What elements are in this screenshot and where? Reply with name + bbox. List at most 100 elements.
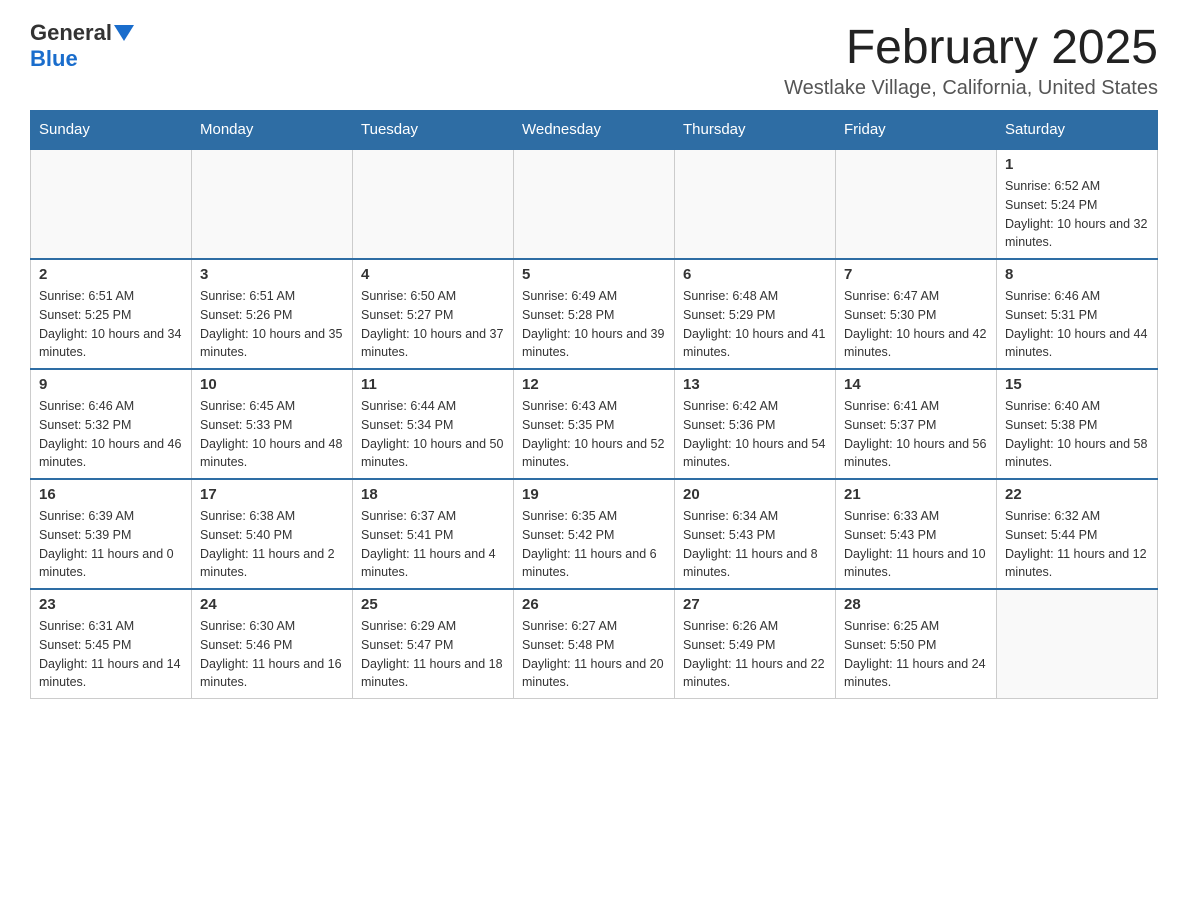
calendar-header-friday: Friday: [836, 111, 997, 150]
calendar-header-sunday: Sunday: [31, 111, 192, 150]
day-info: Sunrise: 6:43 AMSunset: 5:35 PMDaylight:…: [522, 397, 666, 472]
calendar-header-monday: Monday: [192, 111, 353, 150]
calendar-cell: 25 Sunrise: 6:29 AMSunset: 5:47 PMDayligh…: [353, 589, 514, 699]
calendar-cell: 5 Sunrise: 6:49 AMSunset: 5:28 PMDaylight…: [514, 259, 675, 369]
calendar-cell: 17 Sunrise: 6:38 AMSunset: 5:40 PMDayligh…: [192, 479, 353, 589]
day-number: 28: [844, 596, 988, 613]
calendar-cell: 3 Sunrise: 6:51 AMSunset: 5:26 PMDaylight…: [192, 259, 353, 369]
day-info: Sunrise: 6:31 AMSunset: 5:45 PMDaylight:…: [39, 617, 183, 692]
day-info: Sunrise: 6:47 AMSunset: 5:30 PMDaylight:…: [844, 287, 988, 362]
logo: General Blue: [30, 20, 136, 72]
day-info: Sunrise: 6:34 AMSunset: 5:43 PMDaylight:…: [683, 507, 827, 582]
calendar-cell: [836, 149, 997, 259]
calendar-cell: 9Sunrise: 6:46 AMSunset: 5:32 PMDaylight…: [31, 369, 192, 479]
page-header: General Blue February 2025 Westlake Vill…: [30, 20, 1158, 100]
day-info: Sunrise: 6:40 AMSunset: 5:38 PMDaylight:…: [1005, 397, 1149, 472]
calendar-cell: 2 Sunrise: 6:51 AMSunset: 5:25 PMDaylight…: [31, 259, 192, 369]
calendar-cell: 7 Sunrise: 6:47 AMSunset: 5:30 PMDaylight…: [836, 259, 997, 369]
calendar-cell: 24 Sunrise: 6:30 AMSunset: 5:46 PMDayligh…: [192, 589, 353, 699]
calendar-cell: [514, 149, 675, 259]
day-info: Sunrise: 6:51 AMSunset: 5:25 PMDaylight:…: [39, 287, 183, 362]
day-info: Sunrise: 6:42 AMSunset: 5:36 PMDaylight:…: [683, 397, 827, 472]
calendar-cell: 12 Sunrise: 6:43 AMSunset: 5:35 PMDayligh…: [514, 369, 675, 479]
day-number: 4: [361, 266, 505, 283]
day-info: Sunrise: 6:50 AMSunset: 5:27 PMDaylight:…: [361, 287, 505, 362]
logo-blue-text: Blue: [30, 46, 78, 71]
calendar-cell: [353, 149, 514, 259]
day-info: Sunrise: 6:44 AMSunset: 5:34 PMDaylight:…: [361, 397, 505, 472]
day-info: Sunrise: 6:26 AMSunset: 5:49 PMDaylight:…: [683, 617, 827, 692]
day-number: 27: [683, 596, 827, 613]
day-number: 21: [844, 486, 988, 503]
calendar-cell: [192, 149, 353, 259]
calendar-header-row: SundayMondayTuesdayWednesdayThursdayFrid…: [31, 111, 1158, 150]
logo-general-text: General: [30, 20, 112, 46]
subtitle: Westlake Village, California, United Sta…: [784, 77, 1158, 100]
calendar-cell: 1 Sunrise: 6:52 AMSunset: 5:24 PMDaylight…: [997, 149, 1158, 259]
day-number: 2: [39, 266, 183, 283]
day-number: 23: [39, 596, 183, 613]
calendar-header-thursday: Thursday: [675, 111, 836, 150]
calendar-cell: 6Sunrise: 6:48 AMSunset: 5:29 PMDaylight…: [675, 259, 836, 369]
calendar-header-saturday: Saturday: [997, 111, 1158, 150]
day-number: 8: [1005, 266, 1149, 283]
day-number: 20: [683, 486, 827, 503]
day-number: 15: [1005, 376, 1149, 393]
calendar-cell: 23 Sunrise: 6:31 AMSunset: 5:45 PMDayligh…: [31, 589, 192, 699]
day-info: Sunrise: 6:45 AMSunset: 5:33 PMDaylight:…: [200, 397, 344, 472]
day-info: Sunrise: 6:49 AMSunset: 5:28 PMDaylight:…: [522, 287, 666, 362]
day-number: 19: [522, 486, 666, 503]
day-info: Sunrise: 6:25 AMSunset: 5:50 PMDaylight:…: [844, 617, 988, 692]
day-number: 25: [361, 596, 505, 613]
day-number: 24: [200, 596, 344, 613]
calendar-cell: 28 Sunrise: 6:25 AMSunset: 5:50 PMDayligh…: [836, 589, 997, 699]
title-section: February 2025 Westlake Village, Californ…: [784, 20, 1158, 100]
day-number: 11: [361, 376, 505, 393]
calendar-cell: 15 Sunrise: 6:40 AMSunset: 5:38 PMDayligh…: [997, 369, 1158, 479]
day-number: 17: [200, 486, 344, 503]
calendar-cell: 18Sunrise: 6:37 AMSunset: 5:41 PMDayligh…: [353, 479, 514, 589]
calendar-cell: 26 Sunrise: 6:27 AMSunset: 5:48 PMDayligh…: [514, 589, 675, 699]
day-info: Sunrise: 6:29 AMSunset: 5:47 PMDaylight:…: [361, 617, 505, 692]
day-info: Sunrise: 6:51 AMSunset: 5:26 PMDaylight:…: [200, 287, 344, 362]
calendar-cell: 4 Sunrise: 6:50 AMSunset: 5:27 PMDaylight…: [353, 259, 514, 369]
day-info: Sunrise: 6:41 AMSunset: 5:37 PMDaylight:…: [844, 397, 988, 472]
page-title: February 2025: [784, 20, 1158, 75]
calendar-cell: 22Sunrise: 6:32 AMSunset: 5:44 PMDayligh…: [997, 479, 1158, 589]
day-number: 5: [522, 266, 666, 283]
day-info: Sunrise: 6:35 AMSunset: 5:42 PMDaylight:…: [522, 507, 666, 582]
calendar-cell: 20 Sunrise: 6:34 AMSunset: 5:43 PMDayligh…: [675, 479, 836, 589]
week-row-4: 16 Sunrise: 6:39 AMSunset: 5:39 PMDayligh…: [31, 479, 1158, 589]
calendar-cell: [675, 149, 836, 259]
day-info: Sunrise: 6:33 AMSunset: 5:43 PMDaylight:…: [844, 507, 988, 582]
day-number: 7: [844, 266, 988, 283]
day-number: 1: [1005, 156, 1149, 173]
calendar-cell: 16 Sunrise: 6:39 AMSunset: 5:39 PMDayligh…: [31, 479, 192, 589]
day-info: Sunrise: 6:38 AMSunset: 5:40 PMDaylight:…: [200, 507, 344, 582]
week-row-2: 2 Sunrise: 6:51 AMSunset: 5:25 PMDaylight…: [31, 259, 1158, 369]
day-info: Sunrise: 6:46 AMSunset: 5:32 PMDaylight:…: [39, 397, 183, 472]
calendar-cell: 8Sunrise: 6:46 AMSunset: 5:31 PMDaylight…: [997, 259, 1158, 369]
day-number: 26: [522, 596, 666, 613]
calendar-table: SundayMondayTuesdayWednesdayThursdayFrid…: [30, 110, 1158, 699]
day-number: 12: [522, 376, 666, 393]
calendar-cell: 27 Sunrise: 6:26 AMSunset: 5:49 PMDayligh…: [675, 589, 836, 699]
week-row-5: 23 Sunrise: 6:31 AMSunset: 5:45 PMDayligh…: [31, 589, 1158, 699]
day-info: Sunrise: 6:39 AMSunset: 5:39 PMDaylight:…: [39, 507, 183, 582]
day-number: 16: [39, 486, 183, 503]
day-number: 14: [844, 376, 988, 393]
day-number: 18: [361, 486, 505, 503]
day-info: Sunrise: 6:30 AMSunset: 5:46 PMDaylight:…: [200, 617, 344, 692]
day-number: 22: [1005, 486, 1149, 503]
calendar-header-wednesday: Wednesday: [514, 111, 675, 150]
calendar-cell: 13 Sunrise: 6:42 AMSunset: 5:36 PMDayligh…: [675, 369, 836, 479]
day-info: Sunrise: 6:27 AMSunset: 5:48 PMDaylight:…: [522, 617, 666, 692]
day-info: Sunrise: 6:52 AMSunset: 5:24 PMDaylight:…: [1005, 177, 1149, 252]
calendar-cell: [31, 149, 192, 259]
calendar-cell: 11 Sunrise: 6:44 AMSunset: 5:34 PMDayligh…: [353, 369, 514, 479]
calendar-cell: 21 Sunrise: 6:33 AMSunset: 5:43 PMDayligh…: [836, 479, 997, 589]
week-row-1: 1 Sunrise: 6:52 AMSunset: 5:24 PMDaylight…: [31, 149, 1158, 259]
day-number: 3: [200, 266, 344, 283]
day-number: 10: [200, 376, 344, 393]
day-number: 13: [683, 376, 827, 393]
